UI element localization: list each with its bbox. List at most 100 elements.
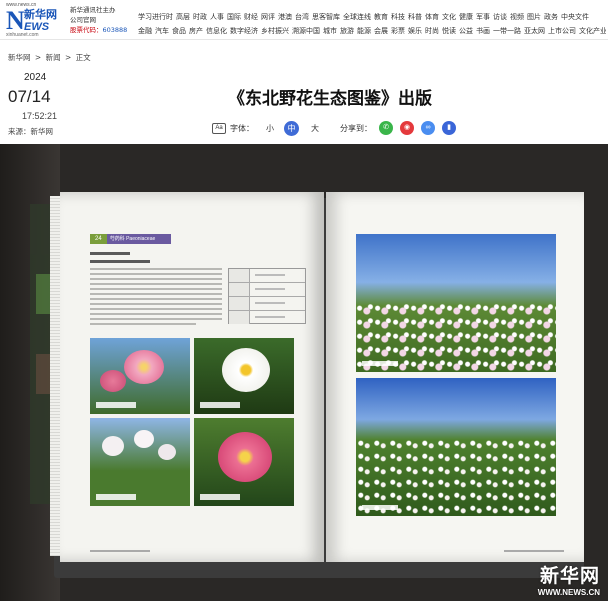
nav-link[interactable]: 一带一路 — [493, 24, 521, 38]
nav-link[interactable]: 高层 — [176, 10, 190, 24]
nav-link[interactable]: 网评 — [261, 10, 275, 24]
page-text — [90, 252, 222, 328]
breadcrumb-sep: > — [34, 53, 42, 62]
breadcrumb-current: 正文 — [75, 53, 91, 62]
weibo-icon[interactable]: ◉ — [400, 121, 414, 135]
font-label: 字体： — [230, 124, 254, 133]
chapter-name: 芍药科 Paeoniaceae — [106, 234, 172, 244]
nav-link[interactable]: 悦读 — [442, 24, 456, 38]
nav-link[interactable]: 数字经济 — [230, 24, 258, 38]
watermark-cn: 新华网 — [539, 565, 600, 587]
wechat-icon[interactable]: ✆ — [379, 121, 393, 135]
sponsor-info: 新华通讯社主办 公司官网 股票代码：603888 — [70, 5, 127, 35]
breadcrumb: 新华网 > 新闻 > 正文 — [8, 52, 93, 63]
nav-link[interactable]: 会展 — [374, 24, 388, 38]
nav-link[interactable]: 汽车 — [155, 24, 169, 38]
nav-link[interactable]: 旅游 — [340, 24, 354, 38]
book-right-page — [326, 192, 584, 562]
nav-link[interactable]: 图片 — [527, 10, 541, 24]
nav-link[interactable]: 科技 — [391, 10, 405, 24]
logo-cn: 新华网 — [24, 8, 57, 21]
photo-red-peony — [194, 418, 294, 506]
publish-time: 17:52:21 — [22, 111, 58, 121]
photo-white-peony — [194, 338, 294, 414]
app-icon[interactable]: ▮ — [442, 121, 456, 135]
publish-month-day: 07/14 — [8, 87, 51, 106]
share-bar: 分享到： ✆ ◉ ∞ ▮ — [340, 121, 456, 135]
nav-link[interactable]: 体育 — [425, 10, 439, 24]
nav-link[interactable]: 军事 — [476, 10, 490, 24]
nav-link[interactable]: 城市 — [323, 24, 337, 38]
nav-link[interactable]: 上市公司 — [548, 24, 576, 38]
nav-link[interactable]: 国际 — [227, 10, 241, 24]
nav-link[interactable]: 科普 — [408, 10, 422, 24]
nav-link[interactable]: 溯源中国 — [292, 24, 320, 38]
link-icon[interactable]: ∞ — [421, 121, 435, 135]
nav-link[interactable]: 时尚 — [425, 24, 439, 38]
nav-link[interactable]: 港澳 — [278, 10, 292, 24]
font-small-button[interactable]: 小 — [266, 123, 274, 134]
watermark-url: WWW.NEWS.CN — [537, 588, 600, 597]
chapter-tag: 24 芍药科 Paeoniaceae — [90, 234, 172, 244]
article-title: 《东北野花生态图鉴》出版 — [228, 89, 432, 109]
stock-code: 股票代码：603888 — [70, 26, 128, 34]
font-large-button[interactable]: 大 — [311, 123, 319, 134]
photo-white-cluster — [90, 418, 190, 506]
chapter-number: 24 — [90, 234, 107, 244]
nav-link[interactable]: 食品 — [172, 24, 186, 38]
nav-link[interactable]: 书画 — [476, 24, 490, 38]
nav-link[interactable]: 中央文件 — [561, 10, 589, 24]
company-site-link[interactable]: 公司官网 — [70, 15, 127, 25]
site-header: www.news.cn N 新华网 EWS xinhuanet.com 新华通讯… — [0, 0, 608, 40]
logo-letter: N — [6, 6, 25, 35]
nav-link[interactable]: 房产 — [189, 24, 203, 38]
nav-link[interactable]: 健康 — [459, 10, 473, 24]
nav-link[interactable]: 文化 — [442, 10, 456, 24]
breadcrumb-home[interactable]: 新华网 — [8, 53, 31, 62]
breadcrumb-news[interactable]: 新闻 — [46, 53, 61, 62]
xinhua-watermark: 新华网 WWW.NEWS.CN — [538, 561, 600, 597]
nav-link[interactable]: 能源 — [357, 24, 371, 38]
publish-date: 2024 07/14 17:52:21 来源：新华网 — [8, 72, 78, 137]
nav-link[interactable]: 人事 — [210, 10, 224, 24]
nav-link[interactable]: 彩票 — [391, 24, 405, 38]
nav-link[interactable]: 视频 — [510, 10, 524, 24]
nav-link[interactable]: 信息化 — [206, 24, 227, 38]
nav-link[interactable]: 时政 — [193, 10, 207, 24]
page-footer-right — [504, 550, 564, 552]
nav-link[interactable]: 教育 — [374, 10, 388, 24]
article-photo: 24 芍药科 Paeoniaceae 新华网 WWW.NEWS.CN — [0, 144, 608, 601]
nav-link[interactable]: 文化产业 — [579, 24, 606, 38]
nav-link[interactable]: 公益 — [459, 24, 473, 38]
sponsor-line1: 新华通讯社主办 — [70, 6, 116, 14]
page-footer-left — [90, 550, 150, 552]
nav-link[interactable]: 全球连线 — [343, 10, 371, 24]
nav-link[interactable]: 台湾 — [295, 10, 309, 24]
font-medium-button[interactable]: 中 — [284, 121, 299, 136]
font-size-control: Aa 字体： 小 中 大 — [212, 121, 319, 136]
logo-url-bottom: xinhuanet.com — [6, 32, 39, 38]
open-book: 24 芍药科 Paeoniaceae — [50, 188, 585, 578]
nav-row-2: 金融 汽车 食品 房产 信息化 数字经济 乡村振兴 溯源中国 城市 旅游 能源 会展 彩票 娱乐 时尚 悦读公… — [138, 24, 606, 38]
photo-meadow-bottom — [356, 378, 556, 516]
nav-link[interactable]: 思客智库 — [312, 10, 340, 24]
breadcrumb-sep: > — [64, 53, 72, 62]
nav-link[interactable]: 娱乐 — [408, 24, 422, 38]
nav-link[interactable]: 访谈 — [493, 10, 507, 24]
aa-icon: Aa — [212, 123, 226, 134]
nav-link[interactable]: 乡村振兴 — [261, 24, 289, 38]
nav-link[interactable]: 亚太网 — [524, 24, 545, 38]
nav-link[interactable]: 学习进行时 — [138, 10, 173, 24]
photo-pink-peony — [90, 338, 190, 414]
share-label: 分享到： — [340, 123, 372, 133]
info-table — [228, 268, 306, 324]
book-left-page: 24 芍药科 Paeoniaceae — [60, 192, 324, 562]
nav-link[interactable]: 政务 — [544, 10, 558, 24]
nav-link[interactable]: 财经 — [244, 10, 258, 24]
publish-year: 2024 — [24, 72, 47, 83]
top-nav: 学习进行时 高层 时政 人事 国际 财经 网评 港澳 台湾 思客智库 全球连线 教育 科技 科普 体育 文化健… — [138, 10, 606, 38]
article-source: 来源：新华网 — [8, 127, 53, 136]
nav-link[interactable]: 金融 — [138, 24, 152, 38]
xinhua-logo[interactable]: www.news.cn N 新华网 EWS xinhuanet.com — [6, 2, 68, 38]
nav-row-1: 学习进行时 高层 时政 人事 国际 财经 网评 港澳 台湾 思客智库 全球连线 教育 科技 科普 体育 文化健… — [138, 10, 606, 24]
